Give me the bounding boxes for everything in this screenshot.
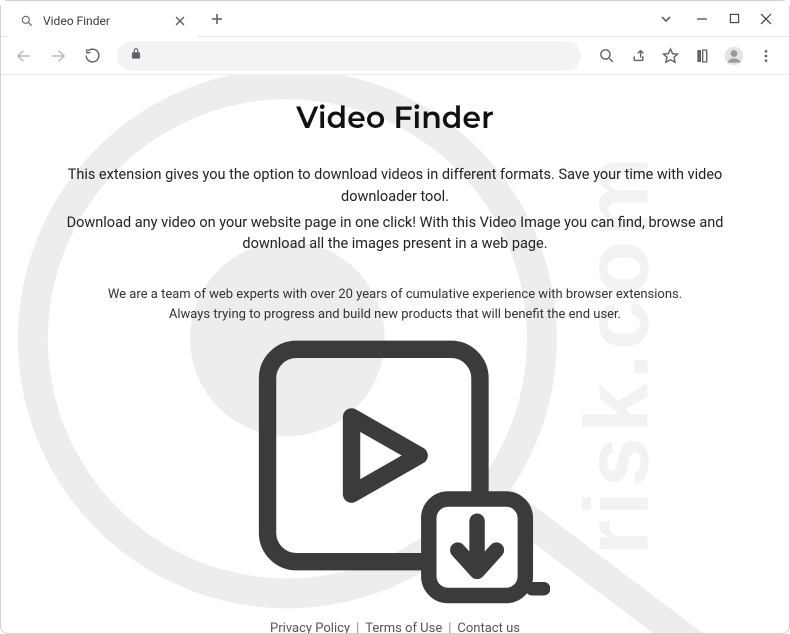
reload-button[interactable] [77, 41, 107, 71]
close-window-button[interactable] [759, 12, 773, 26]
footer-links: Privacy Policy | Terms of Use | Contact … [41, 610, 749, 633]
reading-list-icon[interactable] [687, 41, 717, 71]
browser-tab[interactable]: Video Finder [7, 5, 197, 37]
toolbar [1, 37, 789, 75]
description-line-1: This extension gives you the option to d… [41, 164, 749, 208]
browser-window: Video Finder [0, 0, 790, 634]
tab-favicon-icon [19, 13, 35, 29]
bookmark-icon[interactable] [655, 41, 685, 71]
minimize-button[interactable] [695, 12, 709, 26]
privacy-link[interactable]: Privacy Policy [270, 621, 350, 633]
page-content: risk.com Video Finder This extension giv… [1, 75, 789, 633]
hero-illustration [41, 330, 749, 610]
tabs-dropdown-icon[interactable] [659, 12, 673, 26]
new-tab-button[interactable] [203, 5, 231, 33]
titlebar: Video Finder [1, 1, 789, 37]
forward-button[interactable] [43, 41, 73, 71]
description-line-2: Download any video on your website page … [41, 212, 749, 256]
search-icon[interactable] [591, 41, 621, 71]
tab-title: Video Finder [43, 14, 165, 28]
about-line-1: We are a team of web experts with over 2… [41, 285, 749, 305]
share-icon[interactable] [623, 41, 653, 71]
address-bar[interactable] [117, 41, 581, 71]
separator: | [354, 621, 361, 633]
terms-link[interactable]: Terms of Use [365, 621, 442, 633]
back-button[interactable] [9, 41, 39, 71]
profile-icon[interactable] [719, 41, 749, 71]
window-controls [679, 12, 789, 26]
tab-close-icon[interactable] [173, 14, 187, 28]
menu-icon[interactable] [751, 41, 781, 71]
contact-link[interactable]: Contact us [457, 621, 520, 633]
maximize-button[interactable] [727, 12, 741, 26]
separator: | [446, 621, 453, 633]
about-line-2: Always trying to progress and build new … [41, 305, 749, 325]
lock-icon [129, 46, 143, 65]
page-title: Video Finder [41, 99, 749, 136]
